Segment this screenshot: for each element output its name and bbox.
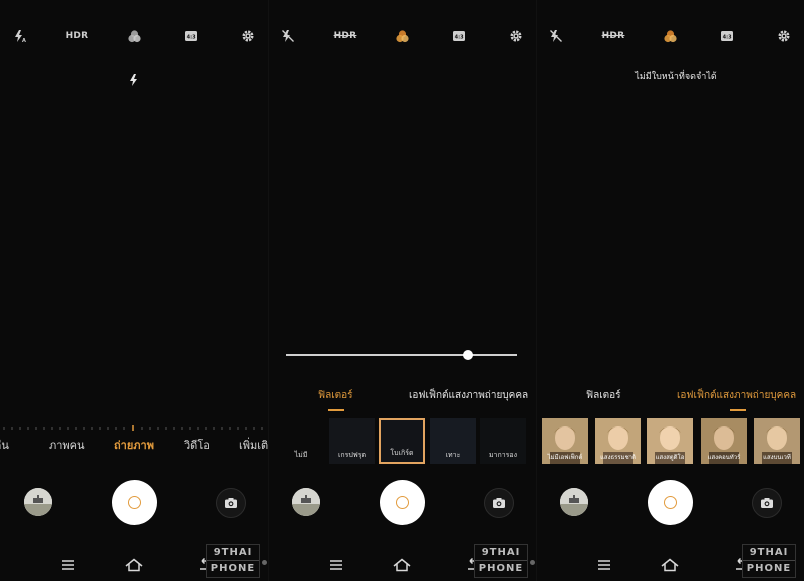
shutter-button[interactable] [648, 480, 693, 525]
home-icon[interactable] [393, 557, 411, 573]
mode-ruler [3, 425, 263, 431]
menu-icon[interactable] [597, 557, 611, 573]
tab-filter[interactable]: ฟิลเตอร์ [318, 388, 353, 403]
aspect-ratio-label: 4:3 [187, 35, 196, 41]
mode-selector: คืน ภาพคน ถ่ายภาพ วิดีโอ เพิ่มเติ [0, 436, 268, 452]
gallery-thumbnail-icon[interactable] [24, 488, 52, 516]
filter-label: โบเกิร์ด [390, 449, 414, 457]
settings-icon[interactable] [240, 28, 256, 44]
camera-switch-icon[interactable] [484, 488, 514, 518]
flash-off-icon[interactable] [548, 28, 564, 44]
gallery-thumbnail-icon[interactable] [292, 488, 320, 516]
shutter-icon [664, 496, 677, 509]
tab-portrait-light[interactable]: เอฟเฟ็กต์แสงภาพถ่ายบุคคล [677, 388, 796, 403]
filter-intensity-handle[interactable] [463, 350, 474, 360]
effect-label: ไม่มีเอฟเฟ็กต์ [547, 454, 583, 461]
filter-icon[interactable] [394, 28, 410, 44]
light-effect-item[interactable]: แสงคอนทัวร์ [701, 418, 747, 464]
filter-icon[interactable] [662, 28, 678, 44]
filter-tabs: ฟิลเตอร์ เอฟเฟ็กต์แสงภาพถ่ายบุคคล [536, 388, 804, 404]
watermark-dot [530, 560, 535, 565]
screenshot-collage: A HDR 4:3 คืน ภาพคน ถ่ายภาพ วิดีโอ เพ [0, 0, 804, 581]
filter-item[interactable]: ไม่มี [278, 418, 324, 464]
camera-panel-photo: A HDR 4:3 คืน ภาพคน ถ่ายภาพ วิดีโอ เพ [0, 0, 268, 581]
flash-auto-icon[interactable]: A [12, 28, 28, 44]
flash-indicator-icon [129, 71, 139, 90]
effect-label: แสงสตูดิโอ [655, 454, 685, 461]
filter-list: ไม่มี เกรปฟรุต โบเกิร์ด เทาะ มาการอง [268, 418, 536, 466]
filter-label: ไม่มี [294, 451, 308, 459]
aspect-ratio-label: 4:3 [455, 35, 464, 41]
flash-off-icon[interactable] [280, 28, 296, 44]
watermark-line2: PHONE [207, 560, 259, 576]
panel-divider [536, 0, 537, 581]
aspect-ratio-icon[interactable]: 4:3 [719, 28, 735, 44]
mode-portrait[interactable]: ภาพคน [49, 436, 85, 454]
settings-icon[interactable] [508, 28, 524, 44]
light-effect-item-selected[interactable]: แสงสตูดิโอ [647, 418, 693, 464]
mode-video[interactable]: วิดีโอ [184, 436, 210, 454]
gallery-thumbnail-icon[interactable] [560, 488, 588, 516]
filter-item-selected[interactable]: โบเกิร์ด [379, 418, 425, 464]
tab-portrait-light[interactable]: เอฟเฟ็กต์แสงภาพถ่ายบุคคล [409, 388, 528, 403]
hdr-off-button[interactable]: HDR [332, 28, 358, 44]
watermark-line2: PHONE [475, 560, 527, 576]
shutter-icon [128, 496, 141, 509]
effect-label: แสงธรรมชาติ [600, 454, 636, 461]
shutter-button[interactable] [380, 480, 425, 525]
shutter-icon [396, 496, 409, 509]
filter-label: มาการอง [488, 451, 518, 459]
filter-item[interactable]: เทาะ [430, 418, 476, 464]
light-effect-item[interactable]: แสงบนเวที [754, 418, 800, 464]
watermark-line1: 9THAI [213, 547, 253, 558]
watermark-logo: 9THAI PHONE [206, 544, 260, 578]
filter-tabs: ฟิลเตอร์ เอฟเฟ็กต์แสงภาพถ่ายบุคคล [268, 388, 536, 404]
menu-icon[interactable] [329, 557, 343, 573]
camera-panel-filter: HDR 4:3 ฟิลเตอร์ เอฟเฟ็กต์แสงภาพถ่ายบุคค… [268, 0, 536, 581]
svg-text:A: A [22, 38, 26, 43]
light-effect-item[interactable]: ไม่มีเอฟเฟ็กต์ [542, 418, 588, 464]
watermark-logo: 9THAI PHONE [742, 544, 796, 578]
filter-item[interactable]: มาการอง [480, 418, 526, 464]
no-face-notice: ไม่มีใบหน้าที่จดจำได้ [635, 72, 717, 82]
panel-divider [268, 0, 269, 581]
effect-label: แสงคอนทัวร์ [707, 454, 741, 461]
camera-switch-icon[interactable] [752, 488, 782, 518]
shutter-button[interactable] [112, 480, 157, 525]
settings-icon[interactable] [776, 28, 792, 44]
watermark-line2: PHONE [743, 560, 795, 576]
menu-icon[interactable] [61, 557, 75, 573]
mode-more[interactable]: เพิ่มเติ [239, 436, 268, 454]
tab-filter[interactable]: ฟิลเตอร์ [586, 388, 621, 403]
filter-label: เทาะ [445, 451, 461, 459]
aspect-ratio-label: 4:3 [723, 35, 732, 41]
home-icon[interactable] [661, 557, 679, 573]
light-effect-item[interactable]: แสงธรรมชาติ [595, 418, 641, 464]
camera-panel-portrait-light: HDR 4:3 ไม่มีใบหน้าที่จดจำได้ ฟิลเตอร์ เ… [536, 0, 804, 581]
mode-night[interactable]: คืน [0, 436, 9, 454]
active-tab-indicator [730, 409, 746, 411]
watermark-line1: 9THAI [481, 547, 521, 558]
mode-photo[interactable]: ถ่ายภาพ [114, 436, 154, 454]
hdr-button[interactable]: HDR [64, 28, 90, 44]
watermark-logo: 9THAI PHONE [474, 544, 528, 578]
camera-switch-icon[interactable] [216, 488, 246, 518]
watermark-dot [262, 560, 267, 565]
aspect-ratio-icon[interactable]: 4:3 [183, 28, 199, 44]
filter-item[interactable]: เกรปฟรุต [329, 418, 375, 464]
filter-icon[interactable] [126, 28, 142, 44]
filter-label: เกรปฟรุต [337, 451, 367, 459]
hdr-off-button[interactable]: HDR [600, 28, 626, 44]
home-icon[interactable] [125, 557, 143, 573]
watermark-line1: 9THAI [749, 547, 789, 558]
effect-label: แสงบนเวที [763, 454, 791, 461]
filter-intensity-slider[interactable] [286, 354, 517, 356]
aspect-ratio-icon[interactable]: 4:3 [451, 28, 467, 44]
active-tab-indicator [328, 409, 344, 411]
